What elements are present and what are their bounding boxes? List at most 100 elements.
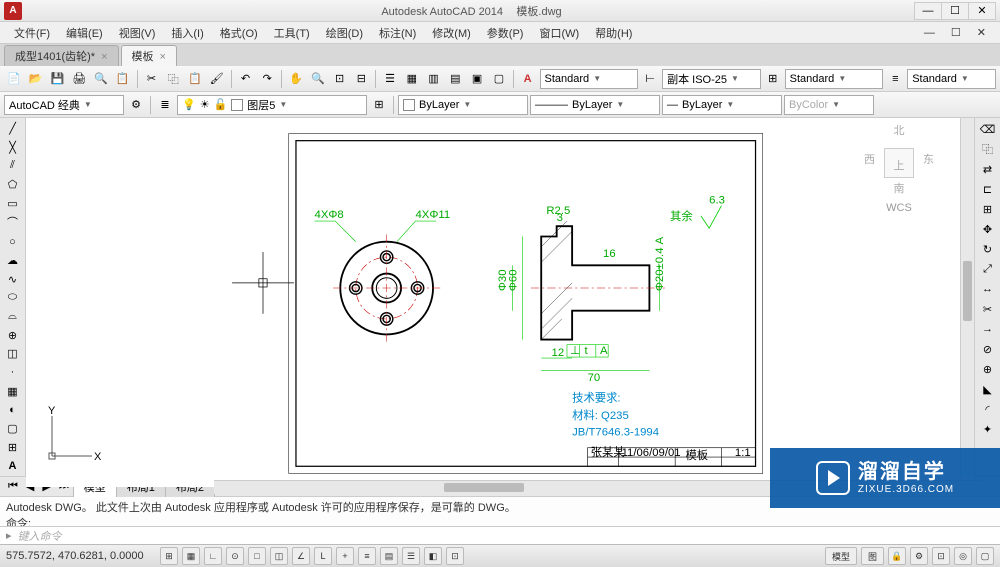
calc-button[interactable]: ▢	[489, 69, 509, 89]
zoom-prev-button[interactable]: ⊟	[351, 69, 371, 89]
grid-toggle[interactable]: ▦	[182, 547, 200, 565]
polygon-tool[interactable]: ⬠	[3, 176, 23, 193]
erase-tool[interactable]: ⌫	[978, 120, 998, 138]
copy-tool[interactable]: ⿻	[978, 140, 998, 158]
maximize-button[interactable]: ☐	[941, 2, 969, 20]
pan-button[interactable]: ✋	[286, 69, 306, 89]
arc-tool[interactable]: ⌒	[3, 213, 23, 231]
ortho-toggle[interactable]: ∟	[204, 547, 222, 565]
isolate-button[interactable]: ◎	[954, 547, 972, 565]
dyn-toggle[interactable]: +	[336, 547, 354, 565]
dimstyle-icon[interactable]: ⊢	[640, 69, 660, 89]
insert-tool[interactable]: ⊕	[3, 327, 23, 344]
dim-style-dropdown[interactable]: 副本 ISO-25▼	[662, 69, 761, 89]
mlstyle-icon[interactable]: ≡	[885, 69, 905, 89]
command-input[interactable]: ▸ 键入命令	[0, 526, 1000, 544]
textstyle-icon[interactable]: A	[518, 69, 538, 89]
lineweight-dropdown[interactable]: —ByLayer▼	[662, 95, 782, 115]
menu-window[interactable]: 窗口(W)	[531, 25, 587, 41]
xline-tool[interactable]: ╳	[3, 139, 23, 156]
offset-tool[interactable]: ⊏	[978, 180, 998, 198]
3dosnap-toggle[interactable]: ◫	[270, 547, 288, 565]
close-button[interactable]: ✕	[968, 2, 996, 20]
plotstyle-dropdown[interactable]: ByColor▼	[784, 95, 874, 115]
revcloud-tool[interactable]: ☁	[3, 252, 23, 269]
chamfer-tool[interactable]: ◣	[978, 380, 998, 398]
menu-insert[interactable]: 插入(I)	[163, 25, 211, 41]
zoom-button[interactable]: 🔍	[308, 69, 328, 89]
explode-tool[interactable]: ✦	[978, 420, 998, 438]
linetype-dropdown[interactable]: ———ByLayer▼	[530, 95, 660, 115]
text-style-dropdown[interactable]: Standard▼	[540, 69, 639, 89]
lwt-toggle[interactable]: ≡	[358, 547, 376, 565]
file-tab-1[interactable]: 成型1401(齿轮)*×	[4, 45, 119, 66]
menu-format[interactable]: 格式(O)	[212, 25, 266, 41]
tpy-toggle[interactable]: ▤	[380, 547, 398, 565]
polyline-tool[interactable]: ⫽	[3, 157, 23, 174]
menu-dimension[interactable]: 标注(N)	[371, 25, 424, 41]
markup-button[interactable]: ▣	[467, 69, 487, 89]
sheet-set-button[interactable]: ▤	[445, 69, 465, 89]
array-tool[interactable]: ⊞	[978, 200, 998, 218]
zoom-window-button[interactable]: ⊡	[330, 69, 350, 89]
layer-state-button[interactable]: ⊞	[369, 95, 389, 115]
workspace-switch-button[interactable]: ⚙	[910, 547, 928, 565]
workspace-gear-icon[interactable]: ⚙	[126, 95, 146, 115]
trim-tool[interactable]: ✂	[978, 300, 998, 318]
region-tool[interactable]: ▢	[3, 420, 23, 437]
redo-button[interactable]: ↷	[257, 69, 277, 89]
match-button[interactable]: 🖌	[207, 69, 227, 89]
viewcube-face[interactable]: 上	[884, 148, 914, 178]
minimize-button[interactable]: —	[914, 2, 942, 20]
move-tool[interactable]: ✥	[978, 220, 998, 238]
props-button[interactable]: ☰	[380, 69, 400, 89]
table-style-dropdown[interactable]: Standard▼	[785, 69, 884, 89]
close-icon[interactable]: ×	[101, 51, 107, 63]
layer-dropdown[interactable]: 💡 ☀ 🔓 图层5▼	[177, 95, 367, 115]
qp-toggle[interactable]: ☰	[402, 547, 420, 565]
publish-button[interactable]: 📋	[113, 69, 133, 89]
close-icon[interactable]: ×	[160, 51, 166, 63]
preview-button[interactable]: 🔍	[91, 69, 111, 89]
dc-button[interactable]: ▦	[402, 69, 422, 89]
menu-modify[interactable]: 修改(M)	[424, 25, 479, 41]
ellipse-tool[interactable]: ⬭	[3, 289, 23, 306]
otrack-toggle[interactable]: ∠	[292, 547, 310, 565]
new-button[interactable]: 📄	[4, 69, 24, 89]
circle-tool[interactable]: ○	[3, 233, 23, 250]
menu-edit[interactable]: 编辑(E)	[58, 25, 111, 41]
drawing-canvas[interactable]: [-][俯视][二维线框]	[26, 118, 974, 476]
block-tool[interactable]: ◫	[3, 345, 23, 362]
polar-toggle[interactable]: ⊙	[226, 547, 244, 565]
workspace-dropdown[interactable]: AutoCAD 经典▼	[4, 95, 124, 115]
model-space-button[interactable]: 模型	[825, 547, 857, 565]
mirror-tool[interactable]: ⇄	[978, 160, 998, 178]
menu-parametric[interactable]: 参数(P)	[479, 25, 532, 41]
print-button[interactable]: 🖨	[69, 69, 89, 89]
view-cube[interactable]: 北 西 上 东 南 WCS	[864, 122, 934, 212]
scale-tool[interactable]: ⤢	[978, 260, 998, 278]
spline-tool[interactable]: ∿	[3, 271, 23, 288]
mtext-tool[interactable]: A	[3, 457, 23, 474]
paper-space-button[interactable]: 图	[861, 547, 884, 565]
hatch-tool[interactable]: ▦	[3, 383, 23, 400]
break-tool[interactable]: ⊘	[978, 340, 998, 358]
menu-draw[interactable]: 绘图(D)	[318, 25, 371, 41]
gradient-tool[interactable]: ◐	[3, 401, 23, 418]
clean-screen-button[interactable]: ▢	[976, 547, 994, 565]
doc-max-button[interactable]: ☐	[943, 26, 969, 39]
ellipse-arc-tool[interactable]: ⌓	[3, 308, 23, 325]
line-tool[interactable]: ╱	[3, 120, 23, 137]
rectangle-tool[interactable]: ▭	[3, 195, 23, 212]
hardware-accel-button[interactable]: ⊡	[932, 547, 950, 565]
snap-toggle[interactable]: ⊞	[160, 547, 178, 565]
layer-props-button[interactable]: ≣	[155, 95, 175, 115]
copy-button[interactable]: ⿻	[163, 69, 183, 89]
color-dropdown[interactable]: ByLayer▼	[398, 95, 528, 115]
cut-button[interactable]: ✂	[142, 69, 162, 89]
annoscale-button[interactable]: 🔒	[888, 547, 906, 565]
file-tab-2[interactable]: 模板×	[121, 45, 177, 66]
vertical-scrollbar[interactable]	[960, 118, 974, 476]
stretch-tool[interactable]: ↔	[978, 280, 998, 298]
osnap-toggle[interactable]: □	[248, 547, 266, 565]
